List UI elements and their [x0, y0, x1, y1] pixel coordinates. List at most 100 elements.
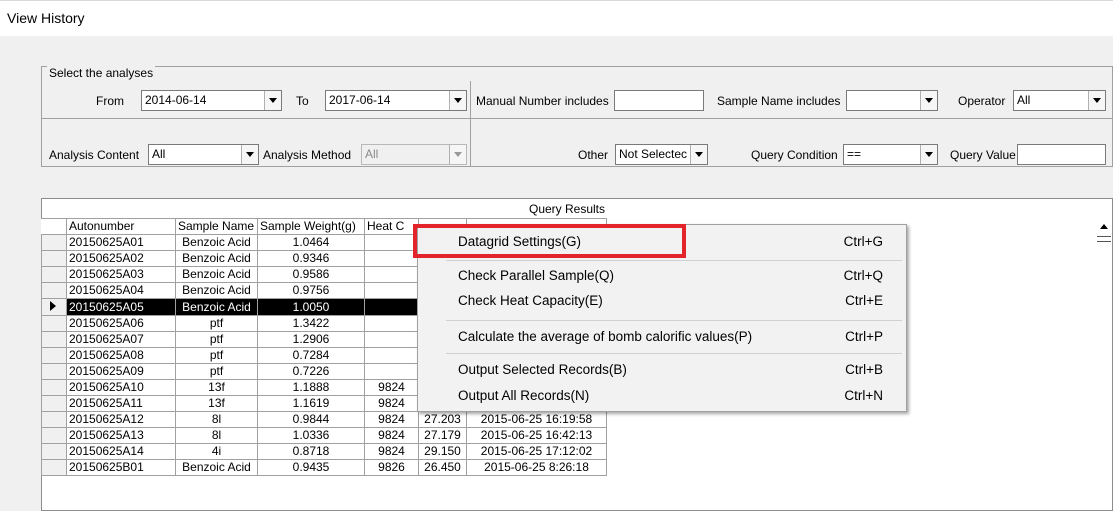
other-combo[interactable]: Not Selectec [615, 144, 708, 165]
row-header[interactable] [41, 347, 67, 364]
table-row[interactable]: 20150625A14 4i 0.8718 9824 29.150 2015-06-25 … [41, 443, 607, 460]
table-cell[interactable] [364, 282, 419, 299]
table-cell[interactable] [364, 266, 419, 283]
table-cell[interactable]: 20150625A07 [66, 331, 176, 348]
table-cell[interactable]: 1.1888 [257, 379, 365, 396]
row-header[interactable] [41, 266, 67, 283]
table-row[interactable]: 20150625B01 Benzoic Acid 0.9435 9826 26.450 2… [41, 459, 607, 476]
to-date-picker[interactable]: 2017-06-14 [325, 90, 467, 111]
table-cell[interactable]: 0.9586 [257, 266, 365, 283]
menu-item-check-heat-capacity[interactable]: Check Heat Capacity(E) Ctrl+E [458, 290, 898, 312]
table-cell[interactable]: 0.7226 [257, 363, 365, 380]
column-header[interactable]: Autonumber [66, 218, 176, 235]
row-header[interactable] [41, 298, 67, 316]
table-cell[interactable]: 9824 [364, 443, 419, 460]
table-cell[interactable]: 20150625A03 [66, 266, 176, 283]
from-date-picker[interactable]: 2014-06-14 [141, 90, 282, 111]
table-cell[interactable]: 20150625A01 [66, 234, 176, 251]
table-cell[interactable]: ptf [175, 331, 258, 348]
row-header[interactable] [41, 282, 67, 299]
row-header[interactable] [41, 363, 67, 380]
table-cell[interactable]: 0.9435 [257, 459, 365, 476]
table-cell[interactable]: 20150625A13 [66, 427, 176, 444]
table-cell[interactable]: 1.1619 [257, 395, 365, 412]
table-cell[interactable]: 1.3422 [257, 315, 365, 332]
table-cell[interactable]: 9824 [364, 411, 419, 428]
table-cell[interactable]: 20150625A08 [66, 347, 176, 364]
table-cell[interactable]: 2015-06-25 16:19:58 [466, 411, 607, 428]
table-row[interactable]: 20150625A13 8l 1.0336 9824 27.179 2015-06-25 … [41, 427, 607, 444]
table-cell[interactable]: 1.0464 [257, 234, 365, 251]
table-cell[interactable]: 4i [175, 443, 258, 460]
scroll-up-arrow-icon[interactable] [1096, 218, 1112, 234]
table-cell[interactable]: 0.9346 [257, 250, 365, 267]
table-cell[interactable]: 0.7284 [257, 347, 365, 364]
scroll-thumb[interactable] [1097, 236, 1111, 242]
table-cell[interactable]: 20150625A11 [66, 395, 176, 412]
table-cell[interactable]: ptf [175, 347, 258, 364]
manual-number-input[interactable] [614, 90, 704, 111]
table-cell[interactable] [364, 250, 419, 267]
table-cell[interactable]: 0.9756 [257, 282, 365, 299]
column-header[interactable]: Sample Weight(g) [257, 218, 365, 235]
table-cell[interactable]: 9826 [364, 459, 419, 476]
table-cell[interactable] [364, 315, 419, 332]
table-cell[interactable] [364, 331, 419, 348]
column-header[interactable]: Sample Name [175, 218, 258, 235]
table-cell[interactable]: 0.8718 [257, 443, 365, 460]
menu-item-calculate-average[interactable]: Calculate the average of bomb calorific … [458, 326, 898, 348]
table-cell[interactable]: 20150625A09 [66, 363, 176, 380]
table-cell[interactable]: 20150625A02 [66, 250, 176, 267]
menu-item-check-parallel-sample[interactable]: Check Parallel Sample(Q) Ctrl+Q [458, 265, 898, 287]
row-header[interactable] [41, 395, 67, 412]
table-cell[interactable]: 1.0336 [257, 427, 365, 444]
sample-name-combo[interactable] [846, 90, 938, 111]
table-cell[interactable]: 1.0050 [257, 298, 365, 316]
table-cell[interactable]: 20150625A04 [66, 282, 176, 299]
table-cell[interactable]: 13f [175, 379, 258, 396]
table-cell[interactable] [364, 234, 419, 251]
table-cell[interactable]: Benzoic Acid [175, 282, 258, 299]
table-cell[interactable] [364, 347, 419, 364]
table-row[interactable]: 20150625A12 8l 0.9844 9824 27.203 2015-06-25 … [41, 411, 607, 428]
row-header[interactable] [41, 315, 67, 332]
table-cell[interactable]: 2015-06-25 16:42:13 [466, 427, 607, 444]
table-cell[interactable]: Benzoic Acid [175, 234, 258, 251]
row-header[interactable] [41, 459, 67, 476]
table-cell[interactable]: 8l [175, 411, 258, 428]
menu-item-output-selected[interactable]: Output Selected Records(B) Ctrl+B [458, 359, 898, 381]
table-cell[interactable]: 26.450 [418, 459, 467, 476]
table-cell[interactable] [364, 363, 419, 380]
table-cell[interactable] [364, 298, 419, 316]
table-cell[interactable]: 20150625A12 [66, 411, 176, 428]
table-cell[interactable]: 20150625A05 [66, 298, 176, 316]
table-cell[interactable]: 27.179 [418, 427, 467, 444]
table-cell[interactable]: 9824 [364, 427, 419, 444]
row-header[interactable] [41, 331, 67, 348]
table-cell[interactable]: 1.2906 [257, 331, 365, 348]
row-header[interactable] [41, 379, 67, 396]
row-header[interactable] [41, 234, 67, 251]
table-cell[interactable]: 0.9844 [257, 411, 365, 428]
table-cell[interactable]: 20150625B01 [66, 459, 176, 476]
column-header[interactable]: Heat C [364, 218, 419, 235]
analysis-content-combo[interactable]: All [148, 144, 259, 165]
analysis-method-combo[interactable]: All [361, 144, 467, 165]
table-cell[interactable]: 9824 [364, 379, 419, 396]
table-cell[interactable]: 8l [175, 427, 258, 444]
table-cell[interactable]: 2015-06-25 17:12:02 [466, 443, 607, 460]
row-header[interactable] [41, 427, 67, 444]
table-cell[interactable]: Benzoic Acid [175, 459, 258, 476]
table-cell[interactable]: Benzoic Acid [175, 298, 258, 316]
table-cell[interactable]: Benzoic Acid [175, 266, 258, 283]
menu-item-output-all[interactable]: Output All Records(N) Ctrl+N [458, 385, 898, 407]
query-condition-combo[interactable]: == [843, 144, 938, 165]
table-cell[interactable]: 20150625A06 [66, 315, 176, 332]
row-header[interactable] [41, 411, 67, 428]
table-cell[interactable]: 13f [175, 395, 258, 412]
table-cell[interactable]: 27.203 [418, 411, 467, 428]
table-cell[interactable]: 29.150 [418, 443, 467, 460]
table-cell[interactable]: 20150625A14 [66, 443, 176, 460]
table-cell[interactable]: 20150625A10 [66, 379, 176, 396]
table-cell[interactable]: 9824 [364, 395, 419, 412]
